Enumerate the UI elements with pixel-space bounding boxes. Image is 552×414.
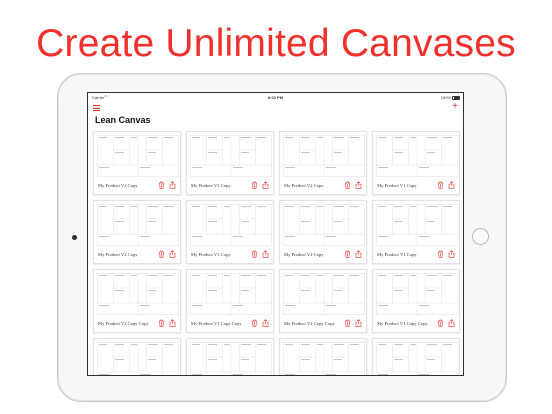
canvas-card[interactable]: My Product V2 Copy Copy (279, 269, 367, 333)
share-icon[interactable] (448, 250, 455, 258)
battery-percent: 100% (440, 95, 451, 100)
hamburger-menu-icon[interactable] (93, 105, 100, 111)
canvas-thumbnail[interactable] (190, 273, 272, 315)
canvas-name: My Product V1 Copy (377, 252, 417, 257)
share-icon[interactable] (355, 181, 362, 189)
canvas-name: My Product V2 Copy (98, 183, 138, 188)
share-icon[interactable] (169, 319, 176, 327)
share-icon[interactable] (448, 319, 455, 327)
trash-icon[interactable] (437, 181, 444, 189)
canvas-thumbnail[interactable] (190, 342, 272, 375)
status-bar: Carrier ◠ 8:02 PM 100% (88, 93, 463, 102)
canvas-card[interactable]: My Product V1 Copy Copy (372, 269, 460, 333)
canvas-name: My Product V1 Copy (377, 183, 417, 188)
canvas-thumbnail[interactable] (283, 135, 365, 177)
trash-icon[interactable] (437, 319, 444, 327)
camera-dot (72, 235, 77, 240)
page-title: Lean Canvas (95, 115, 151, 125)
canvas-name: My Product V1 Copy Copy (191, 321, 242, 326)
canvas-thumbnail[interactable] (283, 273, 365, 315)
app-screen: Carrier ◠ 8:02 PM 100% + Lean Canvas My … (87, 92, 464, 376)
canvas-thumbnail[interactable] (376, 342, 458, 375)
canvas-name: My Product V2 Copy Copy (284, 321, 335, 326)
share-icon[interactable] (262, 250, 269, 258)
canvas-name: My Product V2 Copy (284, 252, 324, 257)
share-icon[interactable] (262, 319, 269, 327)
canvas-thumbnail[interactable] (97, 273, 179, 315)
canvas-name: My Product V1 Copy (191, 183, 231, 188)
canvas-thumbnail[interactable] (376, 135, 458, 177)
canvas-thumbnail[interactable] (283, 204, 365, 246)
trash-icon[interactable] (158, 319, 165, 327)
canvas-name: My Product V2 Copy Copy (98, 321, 149, 326)
headline: Create Unlimited Canvases (36, 22, 516, 65)
canvas-card[interactable]: My Product V2 Copy (93, 200, 181, 264)
canvas-card[interactable]: My Product V1 Copy (186, 200, 274, 264)
trash-icon[interactable] (251, 181, 258, 189)
canvas-card[interactable] (93, 338, 181, 375)
canvas-thumbnail[interactable] (283, 342, 365, 375)
share-icon[interactable] (169, 181, 176, 189)
trash-icon[interactable] (344, 250, 351, 258)
canvas-name: My Product V2 Copy (284, 183, 324, 188)
canvas-card[interactable] (279, 338, 367, 375)
canvas-card[interactable]: My Product V1 Copy Copy (186, 269, 274, 333)
canvas-card[interactable] (372, 338, 460, 375)
trash-icon[interactable] (251, 250, 258, 258)
trash-icon[interactable] (344, 181, 351, 189)
trash-icon[interactable] (344, 319, 351, 327)
share-icon[interactable] (355, 319, 362, 327)
battery-icon (452, 95, 460, 100)
share-icon[interactable] (355, 250, 362, 258)
canvas-card[interactable]: My Product V2 Copy Copy (93, 269, 181, 333)
canvas-card[interactable]: My Product V1 Copy (372, 200, 460, 264)
share-icon[interactable] (169, 250, 176, 258)
share-icon[interactable] (262, 181, 269, 189)
canvas-name: My Product V1 Copy (191, 252, 231, 257)
canvas-thumbnail[interactable] (190, 135, 272, 177)
plus-icon[interactable]: + (452, 102, 458, 112)
home-button[interactable] (472, 228, 489, 245)
trash-icon[interactable] (158, 250, 165, 258)
status-time: 8:02 PM (267, 95, 284, 100)
trash-icon[interactable] (158, 181, 165, 189)
canvas-thumbnail[interactable] (376, 273, 458, 315)
canvas-thumbnail[interactable] (376, 204, 458, 246)
canvas-grid: My Product V2 Copy My Product V1 Copy My… (93, 131, 460, 375)
canvas-thumbnail[interactable] (97, 204, 179, 246)
canvas-thumbnail[interactable] (97, 342, 179, 375)
canvas-card[interactable]: My Product V2 Copy (279, 200, 367, 264)
canvas-thumbnail[interactable] (97, 135, 179, 177)
canvas-thumbnail[interactable] (190, 204, 272, 246)
canvas-card[interactable]: My Product V2 Copy (93, 131, 181, 195)
trash-icon[interactable] (437, 250, 444, 258)
canvas-name: My Product V1 Copy Copy (377, 321, 428, 326)
canvas-card[interactable]: My Product V1 Copy (186, 131, 274, 195)
canvas-card[interactable]: My Product V2 Copy (279, 131, 367, 195)
canvas-card[interactable] (186, 338, 274, 375)
canvas-name: My Product V2 Copy (98, 252, 138, 257)
canvas-card[interactable]: My Product V1 Copy (372, 131, 460, 195)
trash-icon[interactable] (251, 319, 258, 327)
share-icon[interactable] (448, 181, 455, 189)
